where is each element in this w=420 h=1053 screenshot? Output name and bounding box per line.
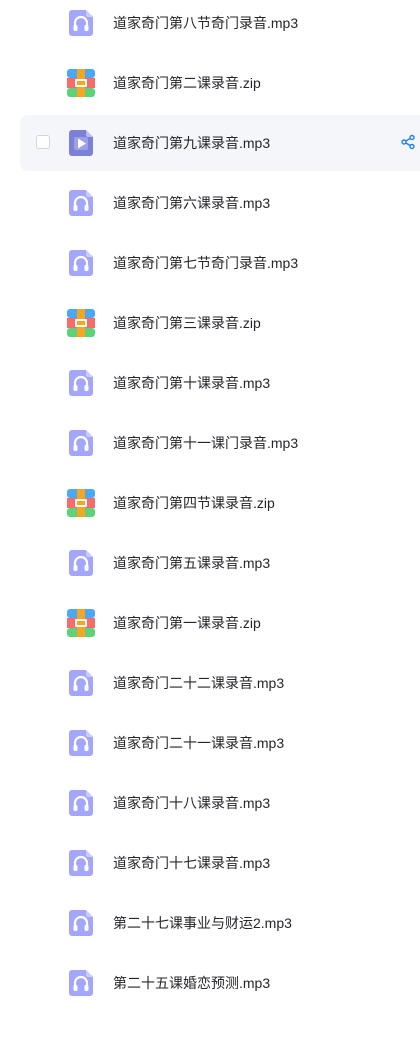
audio-icon [66,8,96,38]
file-name[interactable]: 道家奇门第四节课录音.zip [113,475,275,531]
audio-icon [66,848,96,878]
file-row[interactable]: 第二十五课婚恋预测.mp3 [20,955,420,1011]
file-row[interactable]: 道家奇门二十一课录音.mp3 [20,715,420,771]
share-icon[interactable] [400,134,416,150]
file-row[interactable]: 道家奇门第六课录音.mp3 [20,175,420,231]
file-name[interactable]: 道家奇门第十课录音.mp3 [113,355,270,411]
file-name[interactable]: 道家奇门十七课录音.mp3 [113,835,270,891]
file-name[interactable]: 道家奇门第八节奇门录音.mp3 [113,0,298,51]
audio-icon [66,968,96,998]
file-row[interactable]: 道家奇门二十二课录音.mp3 [20,655,420,711]
file-name[interactable]: 道家奇门第三课录音.zip [113,295,261,351]
file-row[interactable]: 道家奇门十七课录音.mp3 [20,835,420,891]
file-row[interactable]: 道家奇门第二课录音.zip [20,55,420,111]
file-row[interactable]: 道家奇门第七节奇门录音.mp3 [20,235,420,291]
audio-icon [66,428,96,458]
file-row[interactable]: 道家奇门第十一课门录音.mp3 [20,415,420,471]
file-row[interactable]: 道家奇门第五课录音.mp3 [20,535,420,591]
audio-icon [66,788,96,818]
zip-icon [66,608,96,638]
audio-icon [66,908,96,938]
file-row[interactable]: 道家奇门第八节奇门录音.mp3 [20,0,420,51]
zip-icon [66,308,96,338]
file-name[interactable]: 道家奇门第六课录音.mp3 [113,175,270,231]
zip-icon [66,68,96,98]
file-row[interactable]: 第二十七课事业与财运2.mp3 [20,895,420,951]
file-row[interactable]: 道家奇门第三课录音.zip [20,295,420,351]
video-icon [66,128,96,158]
file-name[interactable]: 道家奇门第五课录音.mp3 [113,535,270,591]
audio-icon [66,728,96,758]
file-name[interactable]: 道家奇门二十一课录音.mp3 [113,715,284,771]
file-row[interactable]: 道家奇门十八课录音.mp3 [20,775,420,831]
file-name[interactable]: 第二十五课婚恋预测.mp3 [113,955,270,1011]
audio-icon [66,368,96,398]
file-row[interactable]: 道家奇门第十课录音.mp3 [20,355,420,411]
file-row[interactable]: 道家奇门第一课录音.zip [20,595,420,651]
file-name[interactable]: 道家奇门第七节奇门录音.mp3 [113,235,298,291]
audio-icon [66,548,96,578]
audio-icon [66,188,96,218]
file-name[interactable]: 道家奇门第九课录音.mp3 [113,115,270,171]
audio-icon [66,248,96,278]
file-name[interactable]: 道家奇门第十一课门录音.mp3 [113,415,298,471]
file-row[interactable]: 道家奇门第四节课录音.zip [20,475,420,531]
row-checkbox[interactable] [36,135,50,149]
file-name[interactable]: 道家奇门十八课录音.mp3 [113,775,270,831]
file-name[interactable]: 道家奇门第一课录音.zip [113,595,261,651]
file-row[interactable]: 道家奇门第九课录音.mp3 [20,115,420,171]
file-name[interactable]: 道家奇门二十二课录音.mp3 [113,655,284,711]
file-name[interactable]: 道家奇门第二课录音.zip [113,55,261,111]
audio-icon [66,668,96,698]
zip-icon [66,488,96,518]
file-name[interactable]: 第二十七课事业与财运2.mp3 [113,895,292,951]
